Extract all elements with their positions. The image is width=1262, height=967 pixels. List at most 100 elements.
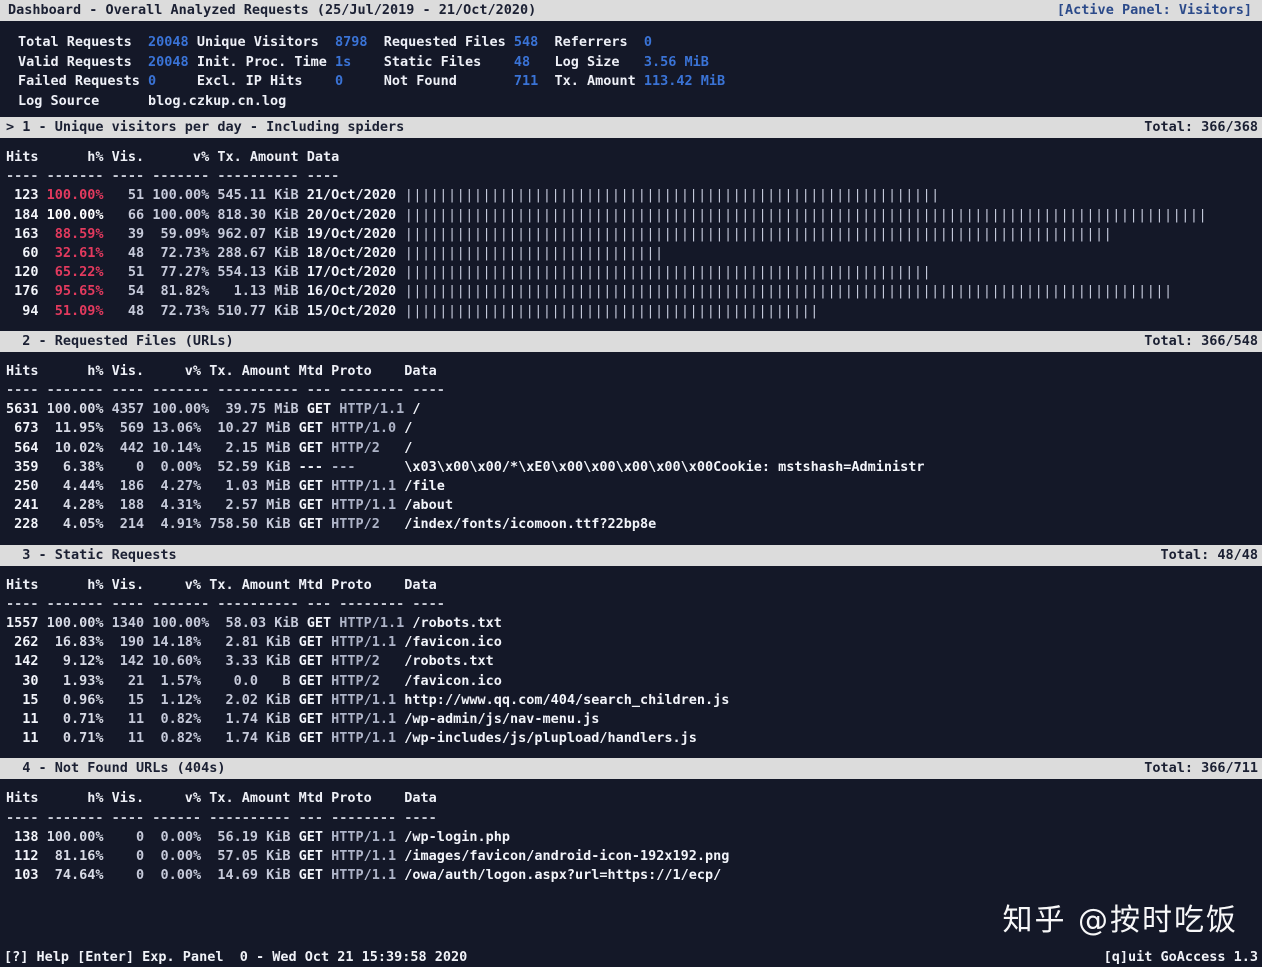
cell-hits-percent: 11.95% [38,420,104,437]
table-row[interactable]: 103 74.64% 0 0.00% 14.69 KiB GET HTTP/1.… [6,866,1262,885]
metric-label: Failed Requests [18,73,149,89]
table-row[interactable]: 1557 100.00% 1340 100.00% 58.03 KiB GET … [6,614,1262,633]
cell-hits: 564 [6,439,39,456]
cell-tx-amount: 57.05 KiB [201,848,291,865]
cell-visitors-percent: 0.00% [144,848,202,865]
table-row[interactable]: 138 100.00% 0 0.00% 56.19 KiB GET HTTP/1… [6,828,1262,847]
cell-visitors: 48 [103,245,145,262]
status-quit-version: [q]uit GoAccess 1.3 [1103,948,1258,965]
table-row[interactable]: 673 11.95% 569 13.06% 10.27 MiB GET HTTP… [6,419,1262,438]
table-row[interactable]: 163 88.59% 39 59.09% 962.07 KiB 19/Oct/2… [6,225,1262,244]
cell-hits: 103 [6,867,39,884]
log-source-value: blog.czkup.cn.log [148,92,287,109]
table-row[interactable]: 11 0.71% 11 0.82% 1.74 KiB GET HTTP/1.1 … [6,710,1262,729]
cell-visitors-percent: 0.00% [144,828,202,845]
cell-hits: 30 [6,672,39,689]
cell-tx-amount: 0.0 B [201,672,291,689]
cell-hits: 184 [6,206,39,223]
log-source-label: Log Source [18,92,149,109]
cell-data: / [404,401,421,418]
metric-value: 0 [148,73,197,89]
table-row[interactable]: 176 95.65% 54 81.82% 1.13 MiB 16/Oct/202… [6,282,1262,301]
table-row[interactable]: 112 81.16% 0 0.00% 57.05 KiB GET HTTP/1.… [6,847,1262,866]
cell-hits: 142 [6,653,39,670]
cell-data: / [396,420,413,437]
column-rule: ---- ------- ---- ------- ---------- ---… [6,595,445,612]
table-row[interactable]: 142 9.12% 142 10.60% 3.33 KiB GET HTTP/2… [6,652,1262,671]
panel-title: > 1 - Unique visitors per day - Includin… [6,119,405,135]
cell-hits: 250 [6,478,39,495]
table-row[interactable]: 262 16.83% 190 14.18% 2.81 KiB GET HTTP/… [6,633,1262,652]
cell-tx-amount: 510.77 KiB [209,302,299,319]
cell-visitors: 569 [103,420,145,437]
panel-body-panel-1-visitors: Hits h% Vis. v% Tx. Amount Data ---- ----… [0,138,1262,321]
cell-method: GET [290,672,324,689]
table-row[interactable]: 359 6.38% 0 0.00% 52.59 KiB --- --- \x03… [6,458,1262,477]
cell-data: /robots.txt [404,615,502,632]
cell-method: GET [290,516,324,533]
cell-tx-amount: 10.27 MiB [201,420,291,437]
cell-protocol: HTTP/1.1 [331,615,405,632]
table-row[interactable]: 94 51.09% 48 72.73% 510.77 KiB 15/Oct/20… [6,302,1262,321]
metric-value: 20048 [148,34,197,50]
table-row[interactable]: 60 32.61% 48 72.73% 288.67 KiB 18/Oct/20… [6,244,1262,263]
cell-visitors-percent: 4.91% [144,516,202,533]
metric-value: 20048 [148,53,197,70]
cell-method: GET [290,848,324,865]
cell-tx-amount: 545.11 KiB [209,187,299,204]
cell-tx-amount: 56.19 KiB [201,828,291,845]
cell-visitors: 4357 [103,401,145,418]
table-row[interactable]: 11 0.71% 11 0.82% 1.74 KiB GET HTTP/1.1 … [6,729,1262,748]
table-row[interactable]: 564 10.02% 442 10.14% 2.15 MiB GET HTTP/… [6,439,1262,458]
table-row[interactable]: 123 100.00% 51 100.00% 545.11 KiB 21/Oct… [6,186,1262,205]
table-row[interactable]: 15 0.96% 15 1.12% 2.02 KiB GET HTTP/1.1 … [6,691,1262,710]
panel-header-panel-2-requested-files[interactable]: 2 - Requested Files (URLs) Total: 366/548 [0,330,1262,352]
cell-tx-amount: 554.13 KiB [209,264,299,281]
table-row[interactable]: 120 65.22% 51 77.27% 554.13 KiB 17/Oct/2… [6,263,1262,282]
panel-body-panel-2-requested-files: Hits h% Vis. v% Tx. Amount Mtd Proto Dat… [0,352,1262,535]
cell-visitors: 66 [103,206,145,223]
cell-hits: 123 [6,187,39,204]
table-row[interactable]: 250 4.44% 186 4.27% 1.03 MiB GET HTTP/1.… [6,477,1262,496]
cell-visitors-percent: 1.12% [144,691,202,708]
panel-header-panel-4-not-found[interactable]: 4 - Not Found URLs (404s) Total: 366/711 [0,758,1262,780]
table-row[interactable]: 30 1.93% 21 1.57% 0.0 B GET HTTP/2 /favi… [6,672,1262,691]
cell-visitors: 51 [103,187,145,204]
panel-header-panel-3-static-requests[interactable]: 3 - Static Requests Total: 48/48 [0,544,1262,566]
cell-visitors: 11 [103,730,145,747]
table-row[interactable]: 184 100.00% 66 100.00% 818.30 KiB 20/Oct… [6,206,1262,225]
cell-method: GET [290,867,324,884]
cell-data: /index/fonts/icomoon.ttf?22bp8e [396,516,657,533]
cell-data: /about [396,497,454,514]
cell-date: 21/Oct/2020 [298,187,397,204]
metrics-row: Total Requests 20048 Unique Visitors 879… [18,33,1262,53]
cell-visitors: 48 [103,302,145,319]
cell-protocol: HTTP/1.1 [323,691,397,708]
cell-tx-amount: 288.67 KiB [209,245,299,262]
metric-label: Unique Visitors [196,34,335,50]
cell-visitors: 51 [103,264,145,281]
cell-hits-percent: 32.61% [38,245,104,262]
status-help-text: [?] Help [Enter] Exp. Panel 0 - Wed Oct … [4,948,468,965]
cell-hits: 241 [6,497,39,514]
cell-protocol: HTTP/1.1 [331,401,405,418]
column-headers: Hits h% Vis. v% Tx. Amount Data [6,149,340,165]
cell-hits-percent: 0.71% [38,711,104,728]
table-row[interactable]: 5631 100.00% 4357 100.00% 39.75 MiB GET … [6,400,1262,419]
cell-visitors: 442 [103,439,145,456]
table-row[interactable]: 241 4.28% 188 4.31% 2.57 MiB GET HTTP/1.… [6,496,1262,515]
metric-label: Static Files [383,53,514,70]
cell-hits: 112 [6,848,39,865]
hits-bar: ||||||||||||||||||||||||||||||||||||||||… [396,264,932,281]
panel-header-panel-1-visitors[interactable]: > 1 - Unique visitors per day - Includin… [0,117,1262,138]
cell-hits-percent: 4.28% [38,497,104,514]
cell-visitors: 0 [103,867,145,884]
cell-tx-amount: 2.57 MiB [201,497,291,514]
metric-value: 3.56 MiB [643,53,734,70]
cell-hits-percent: 100.00% [38,615,104,632]
metric-label: Not Found [383,73,514,89]
table-row[interactable]: 228 4.05% 214 4.91% 758.50 KiB GET HTTP/… [6,515,1262,534]
panel-title: 4 - Not Found URLs (404s) [6,760,226,777]
cell-visitors-percent: 1.57% [144,672,202,689]
cell-protocol: HTTP/1.1 [323,634,397,651]
